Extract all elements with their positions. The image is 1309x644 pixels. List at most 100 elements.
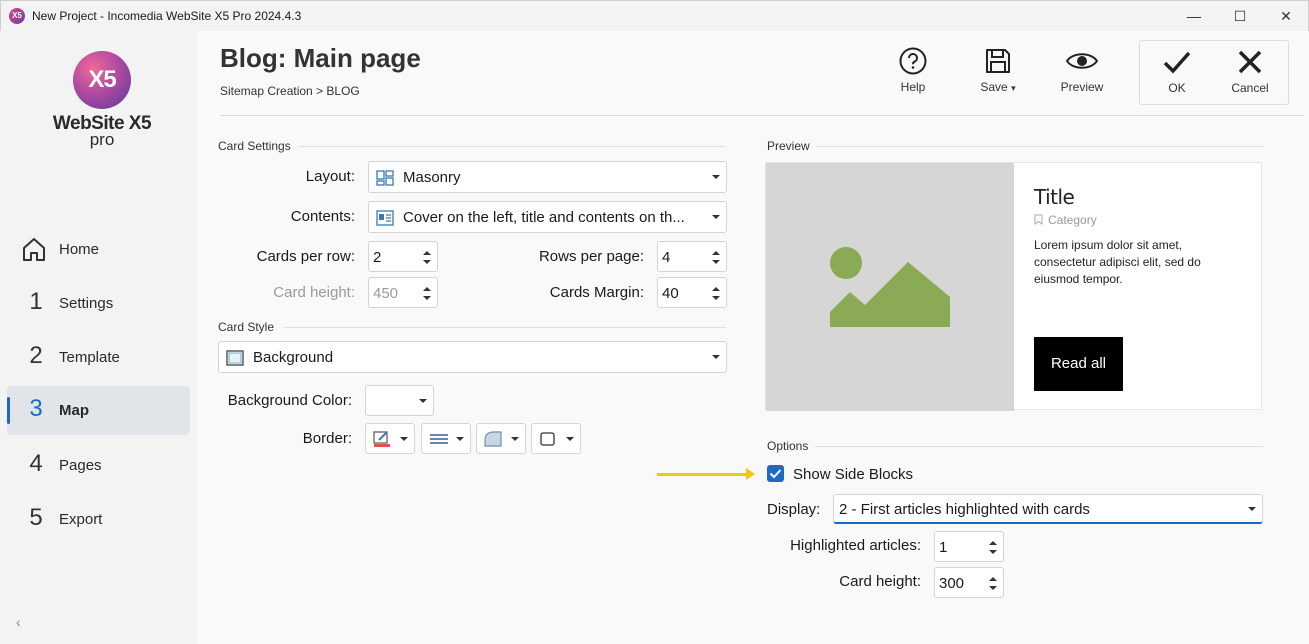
ok-button[interactable]: OK [1145,47,1209,103]
stepper-down-icon[interactable] [712,296,720,300]
sidebar-item-export[interactable]: 5 Export [7,495,190,544]
cards-margin-label: Cards Margin: [549,284,644,301]
rows-per-page-stepper[interactable]: 4 [657,241,727,272]
maximize-button[interactable]: ☐ [1217,1,1263,32]
shadow-icon [540,432,555,446]
minimize-button[interactable]: — [1171,1,1217,32]
layout-label: Layout: [305,168,355,185]
chevron-down-icon [456,437,464,441]
options-card-height-stepper[interactable]: 300 [934,567,1004,598]
highlight-arrow [657,468,755,480]
masonry-layout-icon [376,170,394,186]
stepper-up-icon[interactable] [423,251,431,255]
stepper-up-icon[interactable] [712,287,720,291]
cancel-button[interactable]: Cancel [1218,47,1282,103]
preview-category: Category [1034,213,1097,227]
options-card-height-value: 300 [939,575,965,592]
section-divider [298,146,726,147]
contents-label: Contents: [290,208,355,225]
chevron-down-icon [712,215,720,219]
cards-per-row-stepper[interactable]: 2 [368,241,438,272]
step-number: 2 [29,342,43,369]
border-color-button[interactable] [365,423,415,454]
help-label: Help [900,80,926,94]
logo-edition: pro [89,130,115,149]
cards-margin-value: 40 [662,285,679,302]
show-side-blocks-checkbox[interactable] [767,465,784,482]
step-number: 3 [29,395,43,422]
contents-select[interactable]: Cover on the left, title and contents on… [368,201,727,233]
app-icon: X5 [9,8,25,24]
cards-margin-stepper[interactable]: 40 [657,277,727,308]
border-radius-icon [484,431,502,447]
card-style-select[interactable]: Background [218,341,727,373]
background-style-icon [226,350,244,366]
checkmark-icon [1163,51,1191,74]
highlighted-articles-stepper[interactable]: 1 [934,531,1004,562]
save-icon [986,49,1010,73]
breadcrumb[interactable]: Sitemap Creation > BLOG [220,84,360,98]
chevron-down-icon [1248,507,1256,511]
sidebar-item-home[interactable]: Home [7,225,190,274]
preview-read-all-button: Read all [1034,337,1123,391]
preview-card-text: Lorem ipsum dolor sit amet, consectetur … [1034,238,1201,286]
close-icon [1238,50,1262,74]
collapse-sidebar-icon[interactable]: ‹ [16,614,21,630]
stepper-up-icon[interactable] [712,251,720,255]
save-caret-icon[interactable]: ▾ [1011,83,1016,93]
card-height-label: Card height: [273,284,355,301]
header-divider [220,115,1304,116]
border-shadow-button[interactable] [531,423,581,454]
stepper-down-icon[interactable] [712,260,720,264]
preview-image-placeholder [766,163,1014,411]
window-title: New Project - Incomedia WebSite X5 Pro 2… [32,9,302,23]
preview-button[interactable]: Preview [1050,46,1114,102]
help-icon [899,47,927,75]
sidebar-item-map[interactable]: 3 Map [7,386,190,435]
logo: X5 WebSite X5 pro [50,51,154,161]
card-height-stepper[interactable]: 450 [368,277,438,308]
card-preview: Title Category Lorem ipsum dolor sit ame… [765,162,1262,411]
sidebar-item-label: Template [59,349,120,366]
image-icon [830,247,950,327]
options-heading: Options [767,439,809,453]
background-color-picker[interactable] [365,385,434,416]
sidebar-item-template[interactable]: 2 Template [7,333,190,382]
border-color-icon [373,431,390,447]
preview-heading: Preview [767,139,810,153]
border-radius-button[interactable] [476,423,526,454]
card-settings-heading: Card Settings [218,139,291,153]
save-label-text: Save [980,80,1008,94]
options-card-height-label: Card height: [839,573,921,590]
layout-select[interactable]: Masonry [368,161,727,193]
border-style-button[interactable] [421,423,471,454]
ok-cancel-group: OK Cancel [1139,40,1289,105]
show-side-blocks-label[interactable]: Show Side Blocks [793,466,913,483]
title-bar: X5 New Project - Incomedia WebSite X5 Pr… [0,0,1309,31]
cancel-label: Cancel [1231,81,1269,95]
card-style-value: Background [253,349,334,366]
sidebar-item-label: Pages [59,457,102,474]
close-window-button[interactable]: ✕ [1263,1,1309,32]
sidebar-item-settings[interactable]: 1 Settings [7,279,190,328]
sidebar-item-pages[interactable]: 4 Pages [7,441,190,490]
card-height-value: 450 [373,285,399,302]
layout-value: Masonry [403,169,461,186]
eye-icon [1065,53,1099,69]
logo-mark: X5 [73,51,131,109]
ok-label: OK [1168,81,1186,95]
stepper-up-icon[interactable] [989,541,997,545]
stepper-up-icon[interactable] [989,577,997,581]
save-button[interactable]: Save ▾ [966,46,1030,102]
page-title: Blog: Main page [220,43,421,73]
help-button[interactable]: Help [881,46,945,102]
display-select[interactable]: 2 - First articles highlighted with card… [833,494,1263,524]
border-label: Border: [302,430,352,447]
chevron-down-icon [419,399,427,403]
stepper-down-icon[interactable] [989,586,997,590]
stepper-down-icon[interactable] [989,550,997,554]
rows-per-page-value: 4 [662,249,671,266]
stepper-up-icon[interactable] [423,287,431,291]
stepper-down-icon[interactable] [423,296,431,300]
stepper-down-icon[interactable] [423,260,431,264]
